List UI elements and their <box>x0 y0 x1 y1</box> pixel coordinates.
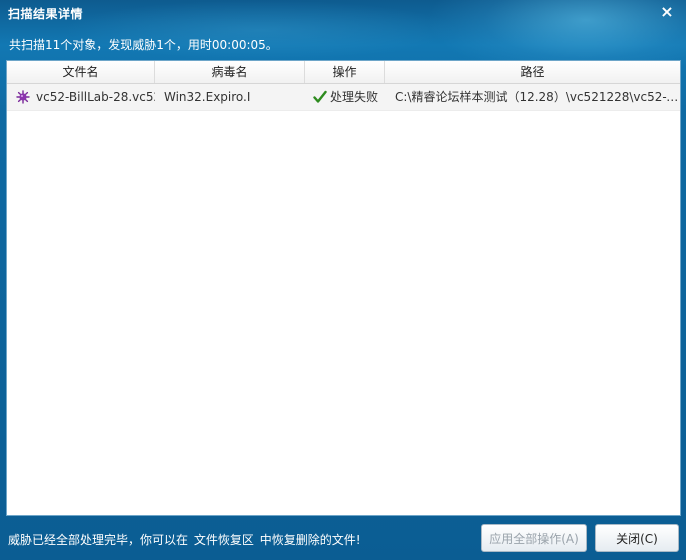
column-header-file[interactable]: 文件名 <box>7 61 155 83</box>
close-button[interactable]: 关闭(C) <box>595 524 679 552</box>
scan-results-window: 扫描结果详情 × 共扫描11个对象，发现威胁1个，用时00:00:05。 文件名… <box>0 0 686 560</box>
checkmark-icon <box>313 90 327 103</box>
footer-text-after: 中恢复删除的文件! <box>259 533 361 547</box>
window-title: 扫描结果详情 <box>8 7 84 21</box>
column-header-path[interactable]: 路径 <box>385 61 680 83</box>
cell-virus: Win32.Expiro.I <box>164 90 251 104</box>
footer-text-before: 威胁已经全部处理完毕，你可以在 <box>8 533 189 547</box>
apply-all-button[interactable]: 应用全部操作(A) <box>481 524 587 552</box>
virus-icon <box>16 89 30 104</box>
action-status: 处理失败 <box>330 90 379 104</box>
cell-path: C:\精睿论坛样本测试（12.28）\vc521228\vc52-BillLab… <box>395 90 680 104</box>
column-header-virus[interactable]: 病毒名 <box>155 61 305 83</box>
close-icon[interactable]: × <box>658 3 676 21</box>
column-header-action[interactable]: 操作 <box>305 61 385 83</box>
cell-action: 处理失败 <box>305 84 385 110</box>
file-recovery-link[interactable]: 文件恢复区 <box>194 533 254 547</box>
footer-message: 威胁已经全部处理完毕，你可以在 文件恢复区 中恢复删除的文件! <box>8 531 361 548</box>
results-table: 文件名 病毒名 操作 路径 vc52-BillLab-28.vc52 Win32… <box>6 60 681 516</box>
file-name: vc52-BillLab-28.vc52 <box>36 90 155 104</box>
cell-file: vc52-BillLab-28.vc52 <box>7 84 155 110</box>
scan-summary: 共扫描11个对象，发现威胁1个，用时00:00:05。 <box>9 38 278 52</box>
table-header: 文件名 病毒名 操作 路径 <box>7 61 680 84</box>
table-row[interactable]: vc52-BillLab-28.vc52 Win32.Expiro.I 处理失败… <box>7 84 680 111</box>
